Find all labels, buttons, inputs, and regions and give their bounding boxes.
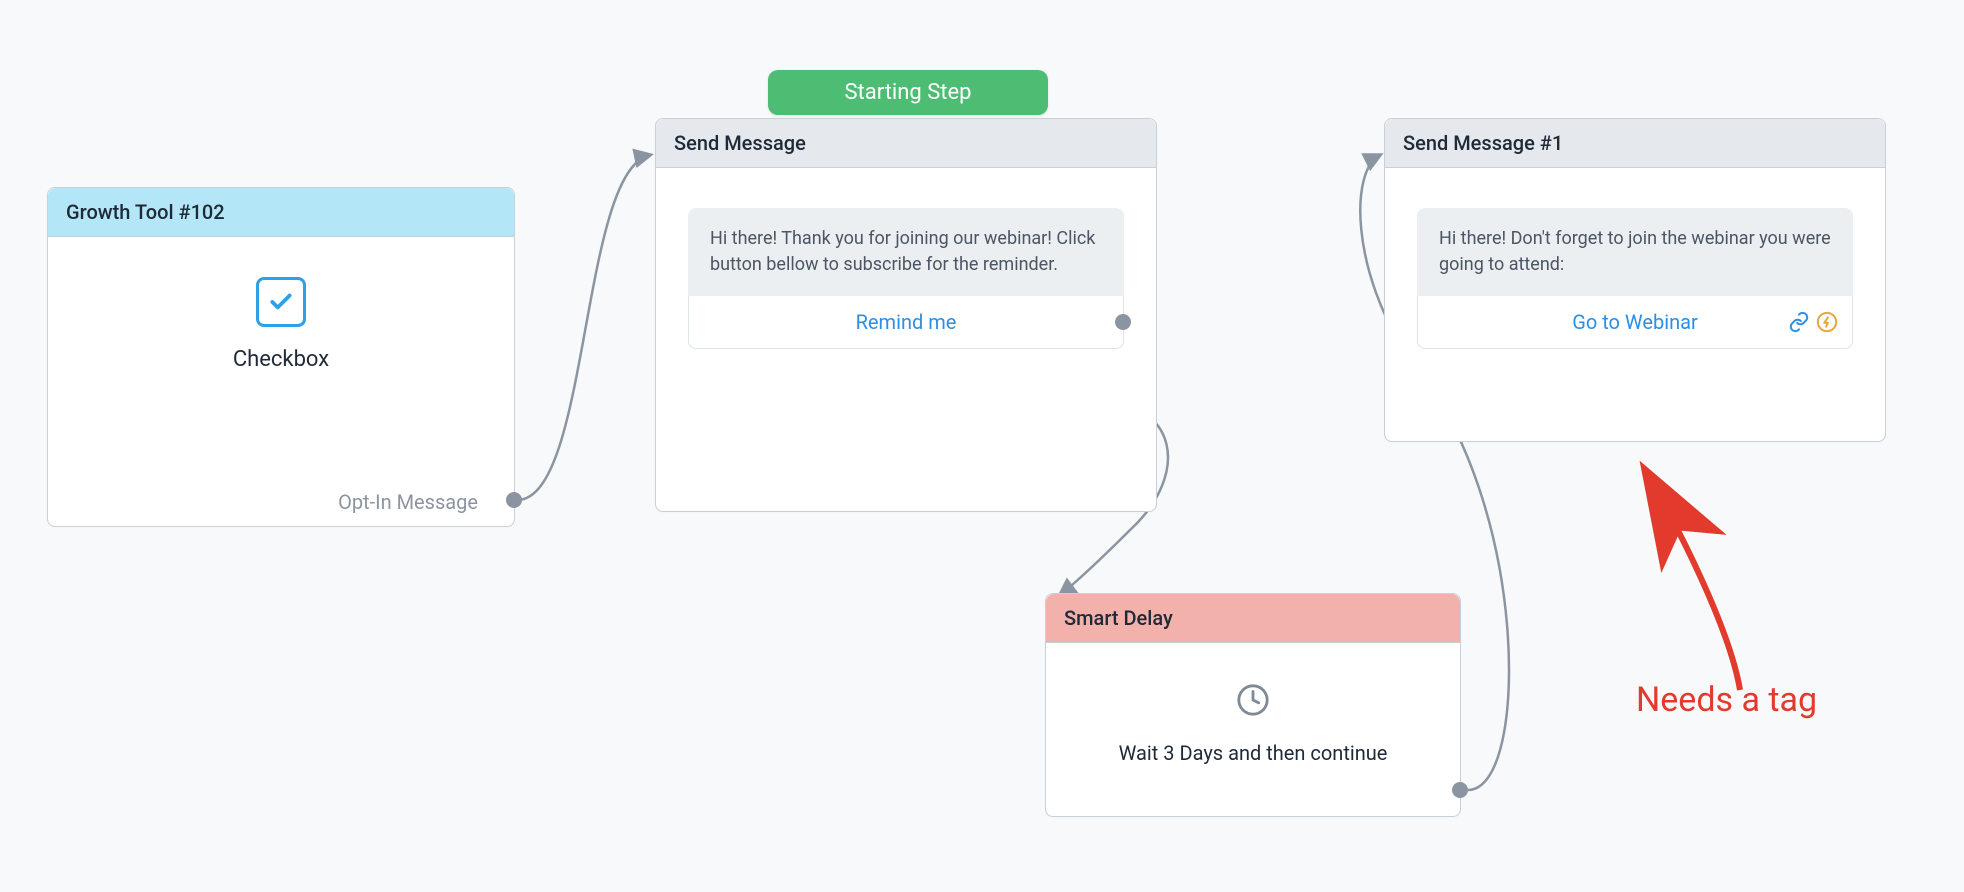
message-bubble: Hi there! Thank you for joining our webi… xyxy=(688,208,1124,296)
node-title: Smart Delay xyxy=(1064,606,1173,630)
node-title: Growth Tool #102 xyxy=(66,200,225,224)
node-header: Smart Delay xyxy=(1046,594,1460,643)
node-body: Wait 3 Days and then continue xyxy=(1046,643,1460,805)
flow-canvas[interactable]: Starting Step Growth Tool #102 Checkbox … xyxy=(0,0,1964,892)
growth-type-label: Checkbox xyxy=(233,347,329,372)
zap-icon xyxy=(1816,311,1838,333)
node-send-message-1[interactable]: Send Message #1 Hi there! Don't forget t… xyxy=(1384,118,1886,442)
go-to-webinar-button[interactable]: Go to Webinar xyxy=(1417,296,1853,349)
annotation-needs-tag: Needs a tag xyxy=(1636,680,1817,720)
button-icons xyxy=(1788,311,1838,333)
node-body: Checkbox xyxy=(48,237,514,432)
node-send-message[interactable]: Send Message Hi there! Thank you for joi… xyxy=(655,118,1157,512)
connection-port[interactable] xyxy=(1115,314,1131,330)
connection-port[interactable] xyxy=(1452,782,1468,798)
delay-text: Wait 3 Days and then continue xyxy=(1119,741,1388,765)
node-title: Send Message #1 xyxy=(1403,131,1563,155)
clock-icon xyxy=(1236,683,1270,721)
starting-step-badge: Starting Step xyxy=(768,70,1048,115)
node-header: Growth Tool #102 xyxy=(48,188,514,237)
message-bubble: Hi there! Don't forget to join the webin… xyxy=(1417,208,1853,296)
connection-port[interactable] xyxy=(506,492,522,508)
link-icon xyxy=(1788,311,1810,333)
node-header: Send Message xyxy=(656,119,1156,168)
remind-me-button[interactable]: Remind me xyxy=(688,296,1124,349)
button-label: Remind me xyxy=(856,310,957,334)
opt-in-label: Opt-In Message xyxy=(338,490,478,514)
starting-step-label: Starting Step xyxy=(844,80,971,105)
node-header: Send Message #1 xyxy=(1385,119,1885,168)
node-growth-tool[interactable]: Growth Tool #102 Checkbox Opt-In Message xyxy=(47,187,515,527)
button-label: Go to Webinar xyxy=(1572,310,1698,334)
annotation-label: Needs a tag xyxy=(1636,680,1817,720)
node-title: Send Message xyxy=(674,131,806,155)
node-body: Hi there! Don't forget to join the webin… xyxy=(1385,168,1885,389)
node-smart-delay[interactable]: Smart Delay Wait 3 Days and then continu… xyxy=(1045,593,1461,817)
checkbox-icon xyxy=(256,277,306,327)
node-body: Hi there! Thank you for joining our webi… xyxy=(656,168,1156,389)
